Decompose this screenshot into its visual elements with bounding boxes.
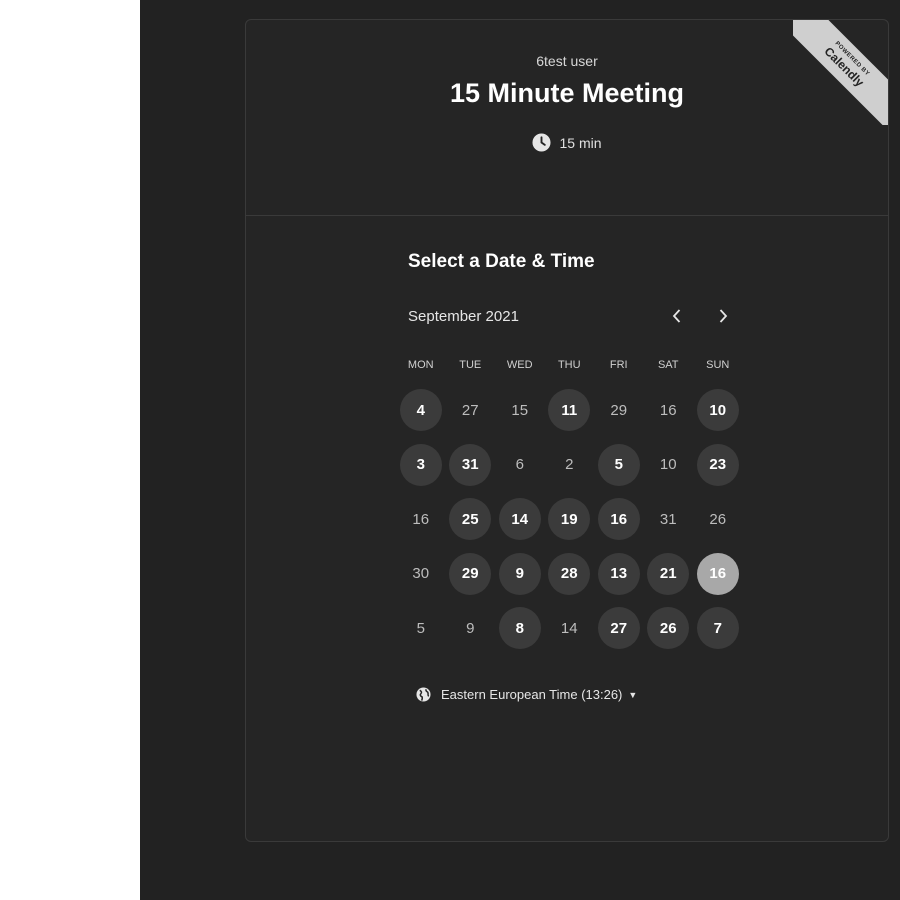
timezone-selector[interactable]: Eastern European Time (13:26) ▼ xyxy=(416,687,637,702)
calendar-day-cell: 11 xyxy=(545,383,595,438)
unavailable-date: 14 xyxy=(560,619,578,637)
weekday-label: MON xyxy=(407,359,434,371)
powered-by-badge[interactable]: POWERED BY Calendly xyxy=(793,20,888,125)
powered-by-ribbon[interactable]: POWERED BY Calendly xyxy=(793,20,888,125)
calendar-day-cell: 15 xyxy=(495,383,545,438)
calendar-day-cell: 4 xyxy=(396,383,446,438)
available-date-button[interactable]: 19 xyxy=(548,498,591,541)
calendar-day-cell: 31 xyxy=(644,492,694,547)
calendar-day-cell: 25 xyxy=(446,492,496,547)
next-month-button[interactable] xyxy=(710,303,736,329)
available-date-button[interactable]: 23 xyxy=(696,443,739,486)
calendar-day-cell: 8 xyxy=(495,601,545,656)
available-date-button[interactable]: 25 xyxy=(449,498,492,541)
calendar-day-cell: 16 xyxy=(693,547,743,602)
available-date-button[interactable]: 5 xyxy=(597,443,640,486)
weekday-header: MON TUE WED THU FRI SAT SUN xyxy=(396,359,743,371)
caret-down-icon: ▼ xyxy=(628,689,638,700)
unavailable-date: 30 xyxy=(412,565,430,583)
available-date-button[interactable]: 10 xyxy=(696,389,739,432)
unavailable-date: 5 xyxy=(416,619,425,637)
selected-date-button[interactable]: 16 xyxy=(696,552,739,595)
calendar-day-cell: 7 xyxy=(693,601,743,656)
duration-label: 15 min xyxy=(559,134,602,151)
weekday-label: SUN xyxy=(706,359,730,371)
calendar-day-cell: 14 xyxy=(545,601,595,656)
calendar-day-cell: 5 xyxy=(594,438,644,493)
available-date-button[interactable]: 7 xyxy=(696,607,739,650)
available-date-button[interactable]: 8 xyxy=(498,607,541,650)
month-label: September 2021 xyxy=(408,308,519,325)
available-date-button[interactable]: 16 xyxy=(597,498,640,541)
calendar-day-cell: 28 xyxy=(545,547,595,602)
event-duration: 15 min xyxy=(246,133,888,152)
calendar-day-cell: 16 xyxy=(594,492,644,547)
calendar-day-cell: 16 xyxy=(396,492,446,547)
section-title: Select a Date & Time xyxy=(408,251,595,272)
calendar-day-cell: 30 xyxy=(396,547,446,602)
unavailable-date: 29 xyxy=(610,401,628,419)
calendar-day-cell: 6 xyxy=(495,438,545,493)
booking-card: 6test user 15 Minute Meeting 15 min POWE… xyxy=(245,19,889,842)
host-name: 6test user xyxy=(536,53,598,69)
calendar-day-cell: 3 xyxy=(396,438,446,493)
available-date-button[interactable]: 13 xyxy=(597,552,640,595)
chevron-left-icon xyxy=(672,309,681,323)
calendar-day-cell: 29 xyxy=(594,383,644,438)
available-date-button[interactable]: 27 xyxy=(597,607,640,650)
calendar-day-cell: 26 xyxy=(644,601,694,656)
unavailable-date: 9 xyxy=(466,619,475,637)
weekday-label: FRI xyxy=(609,359,628,371)
unavailable-date: 2 xyxy=(565,456,574,474)
unavailable-date: 16 xyxy=(412,510,430,528)
weekday-label: SAT xyxy=(657,359,679,371)
calendar-day-cell: 2 xyxy=(545,438,595,493)
calendar-day-cell: 9 xyxy=(495,547,545,602)
unavailable-date: 15 xyxy=(511,401,529,419)
clock-icon xyxy=(532,133,552,152)
available-date-button[interactable]: 11 xyxy=(548,389,591,432)
available-date-button[interactable]: 21 xyxy=(647,552,690,595)
calendar-day-cell: 21 xyxy=(644,547,694,602)
weekday-label: THU xyxy=(557,359,581,371)
available-date-button[interactable]: 28 xyxy=(548,552,591,595)
event-header: 6test user 15 Minute Meeting 15 min xyxy=(246,20,888,215)
unavailable-date: 16 xyxy=(659,401,677,419)
available-date-button[interactable]: 4 xyxy=(399,389,442,432)
calendar-day-cell: 13 xyxy=(594,547,644,602)
unavailable-date: 10 xyxy=(659,456,677,474)
available-date-button[interactable]: 26 xyxy=(647,607,690,650)
available-date-button[interactable]: 31 xyxy=(449,443,492,486)
calendar-day-cell: 26 xyxy=(693,492,743,547)
event-title: 15 Minute Meeting xyxy=(449,78,685,108)
calendar-day-cell: 23 xyxy=(693,438,743,493)
calendar-day-cell: 9 xyxy=(446,601,496,656)
calendar-day-cell: 29 xyxy=(446,547,496,602)
calendar-day-cell: 10 xyxy=(693,383,743,438)
available-date-button[interactable]: 14 xyxy=(498,498,541,541)
globe-icon xyxy=(416,687,431,702)
weekday-label: WED xyxy=(506,359,533,371)
calendar-day-cell: 27 xyxy=(594,601,644,656)
available-date-button[interactable]: 29 xyxy=(449,552,492,595)
unavailable-date: 31 xyxy=(659,510,677,528)
calendar-day-cell: 5 xyxy=(396,601,446,656)
calendar-day-cell: 10 xyxy=(644,438,694,493)
previous-month-button[interactable] xyxy=(664,303,690,329)
calendar-day-cell: 16 xyxy=(644,383,694,438)
unavailable-date: 6 xyxy=(515,456,524,474)
calendar-day-cell: 31 xyxy=(446,438,496,493)
header-divider xyxy=(246,215,888,216)
calendar-day-cell: 14 xyxy=(495,492,545,547)
available-date-button[interactable]: 3 xyxy=(399,443,442,486)
unavailable-date: 26 xyxy=(709,510,727,528)
calendar-day-cell: 27 xyxy=(446,383,496,438)
available-date-button[interactable]: 9 xyxy=(498,552,541,595)
unavailable-date: 27 xyxy=(461,401,479,419)
timezone-label: Eastern European Time (13:26) xyxy=(441,687,623,702)
calendar-grid: 4 27 15 11 29 16 10 3 31 6 2 5 10 23 16 25 14 19 16 31 26 30 2… xyxy=(396,383,743,656)
calendar-day-cell: 19 xyxy=(545,492,595,547)
chevron-right-icon xyxy=(719,309,728,323)
weekday-label: TUE xyxy=(459,359,482,371)
